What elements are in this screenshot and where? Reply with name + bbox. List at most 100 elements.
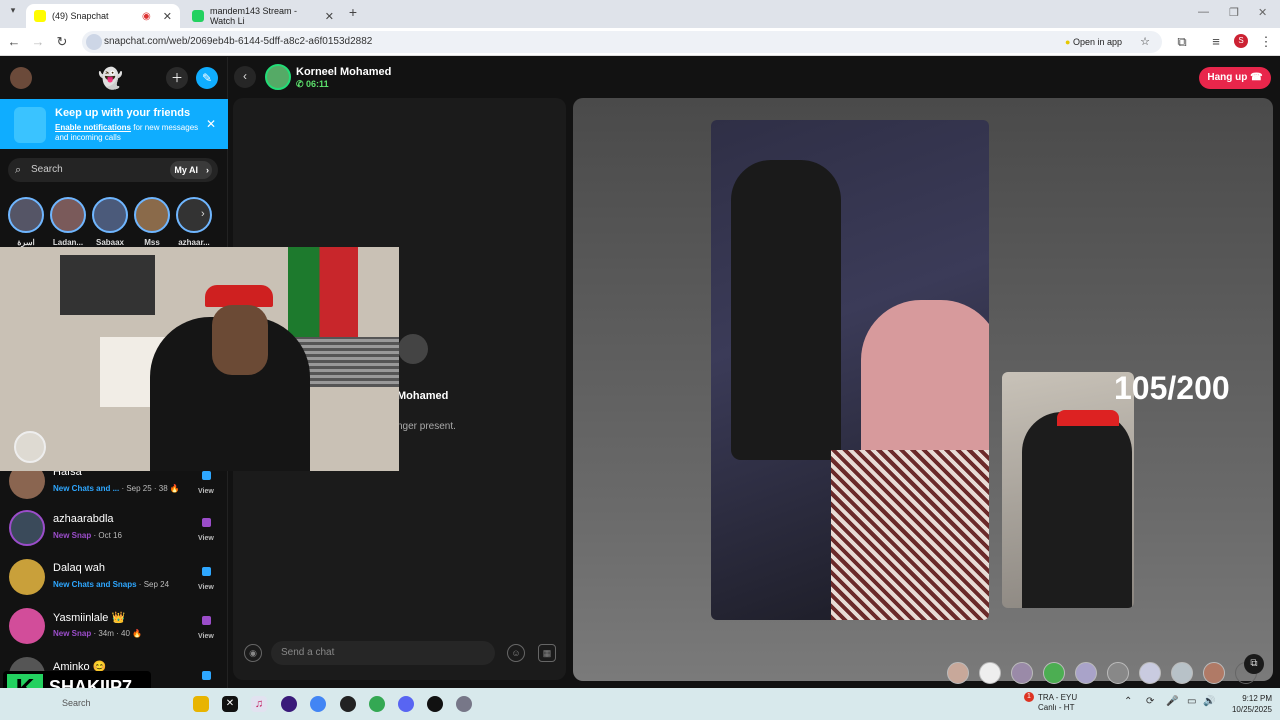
new-tab-icon[interactable]: + <box>345 4 361 20</box>
chat-avatar <box>398 334 428 364</box>
tab-search-icon[interactable]: ▾ <box>5 5 21 16</box>
microphone-icon[interactable]: 🎤 <box>1166 696 1178 707</box>
enable-notifications-link[interactable]: Enable notifications <box>55 123 131 132</box>
chrome-profile-icon[interactable] <box>369 696 385 712</box>
settings-icon[interactable] <box>456 696 472 712</box>
chat-row[interactable]: azhaarabdla New Snap · Oct 16 View <box>0 504 228 553</box>
story-avatar[interactable] <box>8 197 44 233</box>
chat-status: New Snap · Oct 16 <box>53 531 122 540</box>
snap-indicator-icon <box>202 616 211 625</box>
chrome-icon[interactable] <box>310 696 326 712</box>
hang-up-button[interactable]: Hang up ☎ <box>1199 67 1271 89</box>
system-clock[interactable]: 9:12 PM 10/25/2025 <box>1220 693 1272 715</box>
taskbar: Search ✕ ♫ 1 TRA - EYU Canlı - HT ⌃ ⟳ 🎤 … <box>0 688 1280 720</box>
chat-name: Dalaq wah <box>53 562 105 574</box>
forward-arrow-icon[interactable]: → <box>30 34 46 49</box>
weather-widget[interactable]: TRA - EYU Canlı - HT <box>1038 693 1077 713</box>
chat-status: New Chats and Snaps · Sep 24 <box>53 580 170 589</box>
extensions-icon[interactable]: ⧉ <box>1174 34 1190 50</box>
view-label[interactable]: View <box>198 535 214 542</box>
browser-tab-bar: ▾ (49) Snapchat ◉ ✕ mandem143 Stream - W… <box>0 0 1280 28</box>
browser-menu-icon[interactable]: ⋮ <box>1258 34 1274 50</box>
taskbar-search[interactable]: Search <box>62 698 91 708</box>
close-banner-icon[interactable]: ✕ <box>206 117 216 131</box>
scarf-pattern <box>831 450 989 620</box>
flag <box>288 247 358 342</box>
reload-icon[interactable]: ↻ <box>54 34 70 50</box>
chat-row[interactable]: Dalaq wah New Chats and Snaps · Sep 24 V… <box>0 553 228 602</box>
lens-option[interactable] <box>1171 662 1193 684</box>
story-avatar[interactable] <box>50 197 86 233</box>
lens-option[interactable] <box>1043 662 1065 684</box>
lens-option[interactable] <box>1011 662 1033 684</box>
caller-name: Korneel Mohamed <box>296 66 392 78</box>
fullscreen-icon[interactable]: ⧉ <box>1244 654 1264 674</box>
sticker-icon[interactable]: ▦ <box>538 644 556 662</box>
stories-next-icon[interactable]: › <box>201 208 205 220</box>
lens-option[interactable] <box>1203 662 1225 684</box>
bitmoji-illustration <box>14 107 46 143</box>
lens-option[interactable] <box>1107 662 1129 684</box>
restore-icon[interactable]: ❐ <box>1229 6 1239 19</box>
volume-icon[interactable]: 🔊 <box>1203 696 1215 707</box>
music-app-icon[interactable]: ♫ <box>251 696 267 712</box>
view-label[interactable]: View <box>198 488 214 495</box>
discord-icon[interactable] <box>398 696 414 712</box>
story-avatar[interactable] <box>92 197 128 233</box>
bookmark-star-icon[interactable]: ☆ <box>1140 31 1150 53</box>
add-friend-icon[interactable]: ＋ <box>166 67 188 89</box>
minimize-icon[interactable]: — <box>1198 6 1209 18</box>
display-icon[interactable]: ▭ <box>1187 696 1196 707</box>
open-in-app-button[interactable]: ● Open in app <box>1059 34 1128 50</box>
view-label[interactable]: View <box>198 584 214 591</box>
back-button[interactable]: ‹ <box>234 66 256 88</box>
close-window-icon[interactable]: ✕ <box>1258 6 1267 19</box>
caller-avatar[interactable] <box>265 64 291 90</box>
profile-watermark-icon <box>14 431 46 463</box>
search-input[interactable]: ⌕ Search My AI › <box>8 158 218 182</box>
profile-avatar[interactable]: S <box>1234 34 1248 48</box>
chat-status: New Snap · 34m · 40 🔥 <box>53 629 143 638</box>
lens-option[interactable] <box>947 662 969 684</box>
x-app-icon[interactable]: ✕ <box>222 696 238 712</box>
tab-stream[interactable]: mandem143 Stream - Watch Li ✕ <box>184 4 342 28</box>
close-tab-icon[interactable]: ✕ <box>163 10 172 23</box>
lens-option[interactable] <box>1075 662 1097 684</box>
lens-option[interactable] <box>1139 662 1161 684</box>
sync-icon[interactable]: ⟳ <box>1146 696 1154 707</box>
notification-banner: Keep up with your friends Enable notific… <box>0 99 228 149</box>
site-info-icon[interactable] <box>86 34 102 50</box>
tray-chevron-icon[interactable]: ⌃ <box>1124 696 1132 707</box>
capcut-icon[interactable] <box>427 696 443 712</box>
my-ai-button[interactable]: My AI › <box>170 161 212 179</box>
view-label[interactable]: View <box>198 633 214 640</box>
app-icon[interactable] <box>340 696 356 712</box>
avatar <box>9 559 45 595</box>
story-avatar[interactable] <box>176 197 212 233</box>
my-avatar[interactable] <box>10 67 32 89</box>
story-label: azhaar... <box>178 238 210 247</box>
new-chat-icon[interactable]: ✎ <box>196 67 218 89</box>
banner-text: Enable notifications for new messages an… <box>55 123 199 142</box>
call-timer: ✆ 06:11 <box>296 79 329 89</box>
tab-title: mandem143 Stream - Watch Li <box>210 6 298 26</box>
lens-option[interactable] <box>979 662 1001 684</box>
snapchat-ghost-icon: ● <box>1065 37 1071 47</box>
chat-input[interactable]: Send a chat <box>271 641 495 665</box>
url-field[interactable]: snapchat.com/web/2069eb4b-6144-5dff-a8c2… <box>82 31 1162 53</box>
story-label: Mss <box>144 238 160 247</box>
camera-icon[interactable]: ◉ <box>244 644 262 662</box>
chat-header-name: Mohamed <box>397 390 449 402</box>
emoji-icon[interactable]: ☺ <box>507 644 525 662</box>
chat-row[interactable]: Yasmiinlale 👑 New Snap · 34m · 40 🔥 View <box>0 602 228 651</box>
file-explorer-icon[interactable] <box>193 696 209 712</box>
tv-screen <box>60 255 155 315</box>
close-tab-icon[interactable]: ✕ <box>325 10 334 23</box>
media-control-icon[interactable]: ≡ <box>1208 34 1224 49</box>
obs-icon[interactable] <box>281 696 297 712</box>
tab-snapchat[interactable]: (49) Snapchat ◉ ✕ <box>26 4 180 28</box>
back-arrow-icon[interactable]: ← <box>6 34 22 49</box>
story-label: اسرة <box>17 238 35 247</box>
chat-status: New Chats and ... · Sep 25 · 38 🔥 <box>53 484 180 493</box>
story-avatar[interactable] <box>134 197 170 233</box>
